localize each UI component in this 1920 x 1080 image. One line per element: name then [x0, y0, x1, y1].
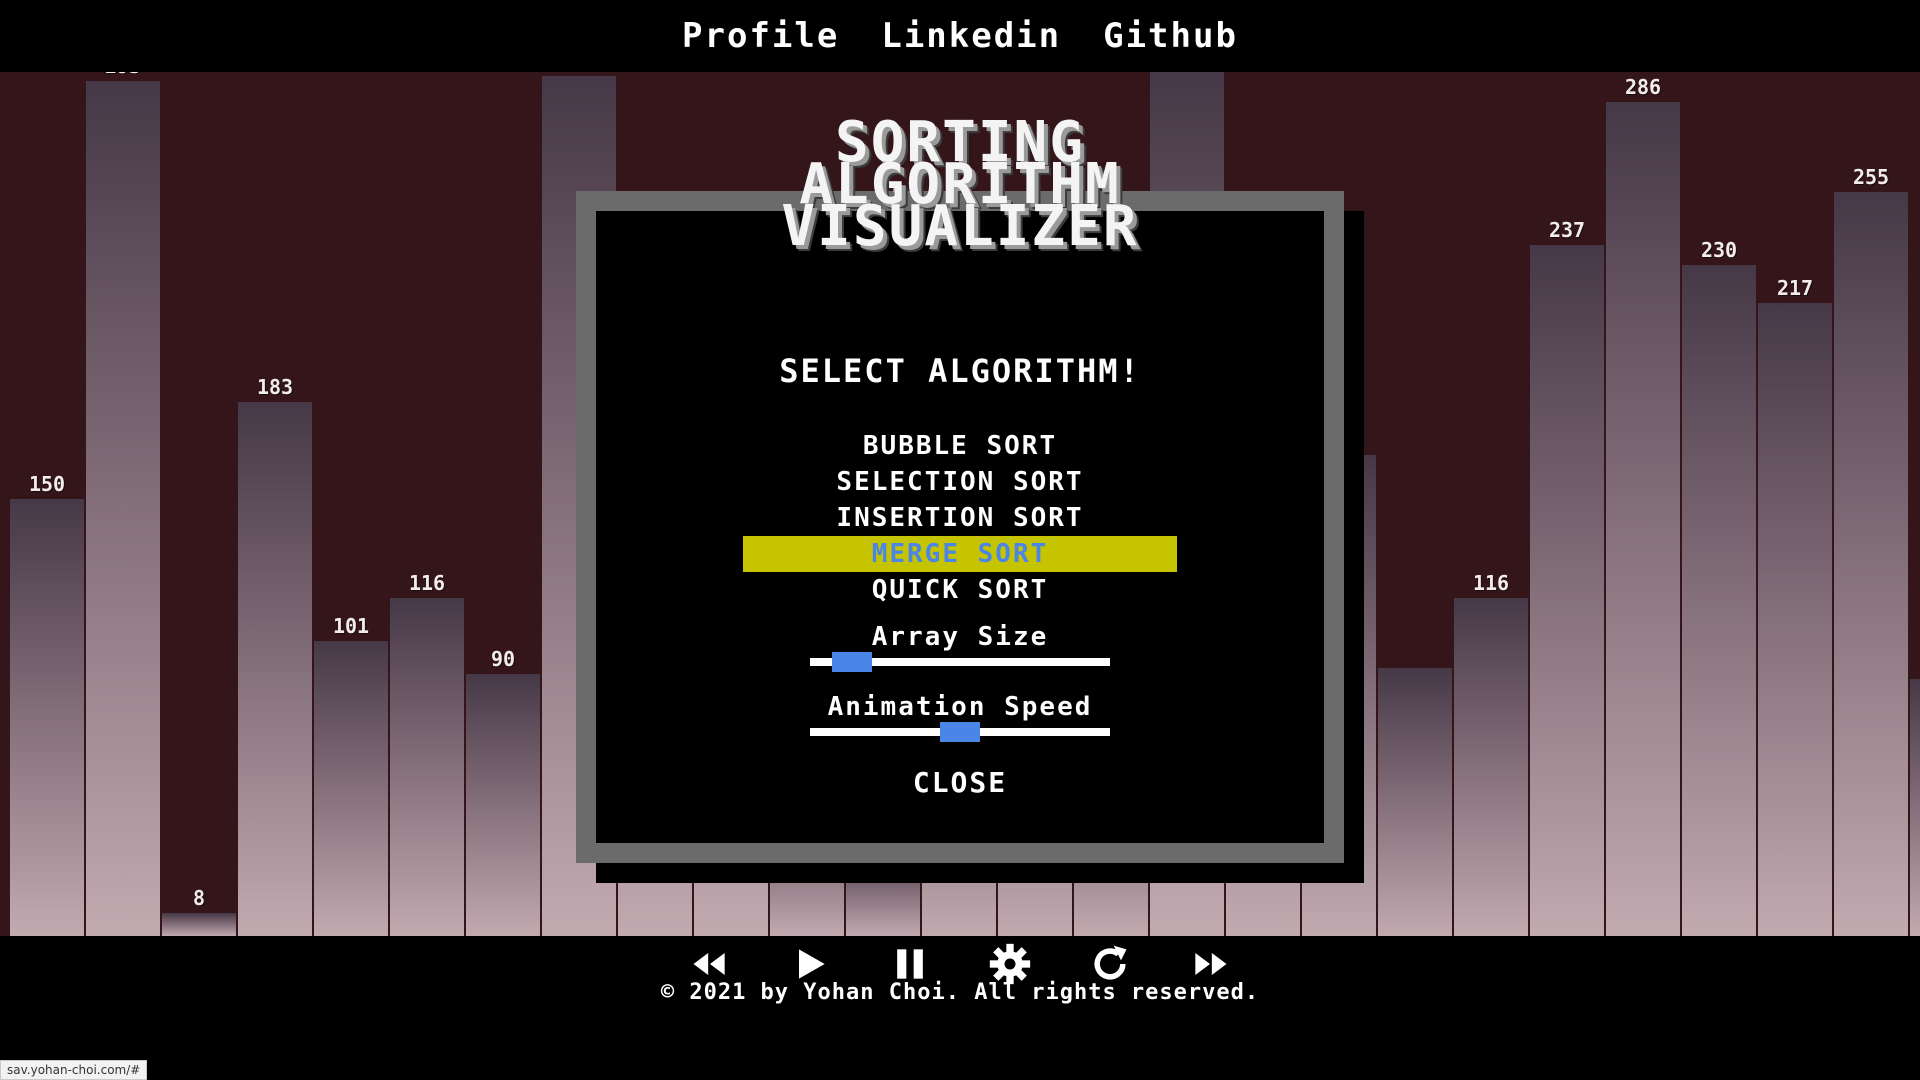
chart-bar-label: 101: [332, 614, 370, 639]
close-button[interactable]: CLOSE: [576, 766, 1344, 799]
chart-bar-label: 116: [1472, 570, 1510, 595]
chart-bar: 230: [1682, 238, 1756, 936]
chart-bar-label: 217: [1776, 276, 1814, 301]
animation-speed-slider-thumb[interactable]: [940, 722, 980, 742]
chart-bar: 255: [1834, 165, 1908, 936]
algorithm-option-quick-sort[interactable]: QUICK SORT: [743, 572, 1177, 608]
chart-bar-label: 116: [408, 570, 446, 595]
chart-bar: 286: [1606, 75, 1680, 936]
array-size-label: Array Size: [871, 622, 1049, 652]
chart-bar-label: 183: [256, 375, 294, 400]
chart-bar: 237: [1530, 218, 1604, 936]
algorithm-list: BUBBLE SORT SELECTION SORT INSERTION SOR…: [576, 428, 1344, 608]
array-size-slider-thumb[interactable]: [832, 652, 872, 672]
nav-link-profile[interactable]: Profile: [682, 16, 839, 56]
algorithm-option-insertion-sort[interactable]: INSERTION SORT: [743, 500, 1177, 536]
chart-bar-label: 90: [490, 646, 516, 671]
chart-bar: 101: [314, 614, 388, 936]
footer: © 2021 by Yohan Choi. All rights reserve…: [0, 936, 1920, 1080]
app-title: SORTING ALGORITHM VISUALIZER: [680, 115, 1240, 259]
chart-bar-label: 293: [86, 72, 160, 78]
chart-bar-label: 8: [192, 885, 206, 910]
chart-bar: 150: [10, 472, 84, 936]
select-algorithm-heading: SELECT ALGORITHM!: [779, 352, 1141, 390]
algorithm-option-bubble-sort[interactable]: BUBBLE SORT: [743, 428, 1177, 464]
chart-bar: 116: [1454, 571, 1528, 936]
chart-bar: 183: [238, 375, 312, 936]
app-title-line: VISUALIZER: [781, 194, 1139, 259]
copyright-text: © 2021 by Yohan Choi. All rights reserve…: [660, 980, 1260, 1005]
chart-bar-label: 255: [1852, 165, 1890, 190]
chart-bar: [1378, 667, 1452, 936]
chart-bar: 116: [390, 571, 464, 936]
top-nav: Profile Linkedin Github: [0, 0, 1920, 72]
chart-bar: 88: [1910, 679, 1920, 936]
chart-bar-label: 150: [28, 471, 66, 496]
animation-speed-label: Animation Speed: [827, 692, 1093, 722]
chart-bar: 217: [1758, 276, 1832, 936]
chart-bar-label: 230: [1700, 238, 1738, 263]
algorithm-option-merge-sort[interactable]: MERGE SORT: [743, 536, 1177, 572]
chart-bar-label: 237: [1548, 217, 1586, 242]
chart-bar-label: 29: [542, 72, 616, 73]
status-bar-url: sav.yohan-choi.com/#: [0, 1060, 148, 1080]
animation-speed-slider[interactable]: [810, 722, 1110, 742]
chart-bar-label: 286: [1624, 74, 1662, 99]
chart-bar: 293: [86, 72, 160, 936]
chart-bar: 8: [162, 886, 236, 936]
nav-link-linkedin[interactable]: Linkedin: [881, 16, 1061, 56]
array-size-slider[interactable]: [810, 652, 1110, 672]
chart-bar: 90: [466, 647, 540, 936]
algorithm-option-selection-sort[interactable]: SELECTION SORT: [743, 464, 1177, 500]
nav-link-github[interactable]: Github: [1103, 16, 1238, 56]
chart-bar-label: 88: [1910, 652, 1920, 676]
